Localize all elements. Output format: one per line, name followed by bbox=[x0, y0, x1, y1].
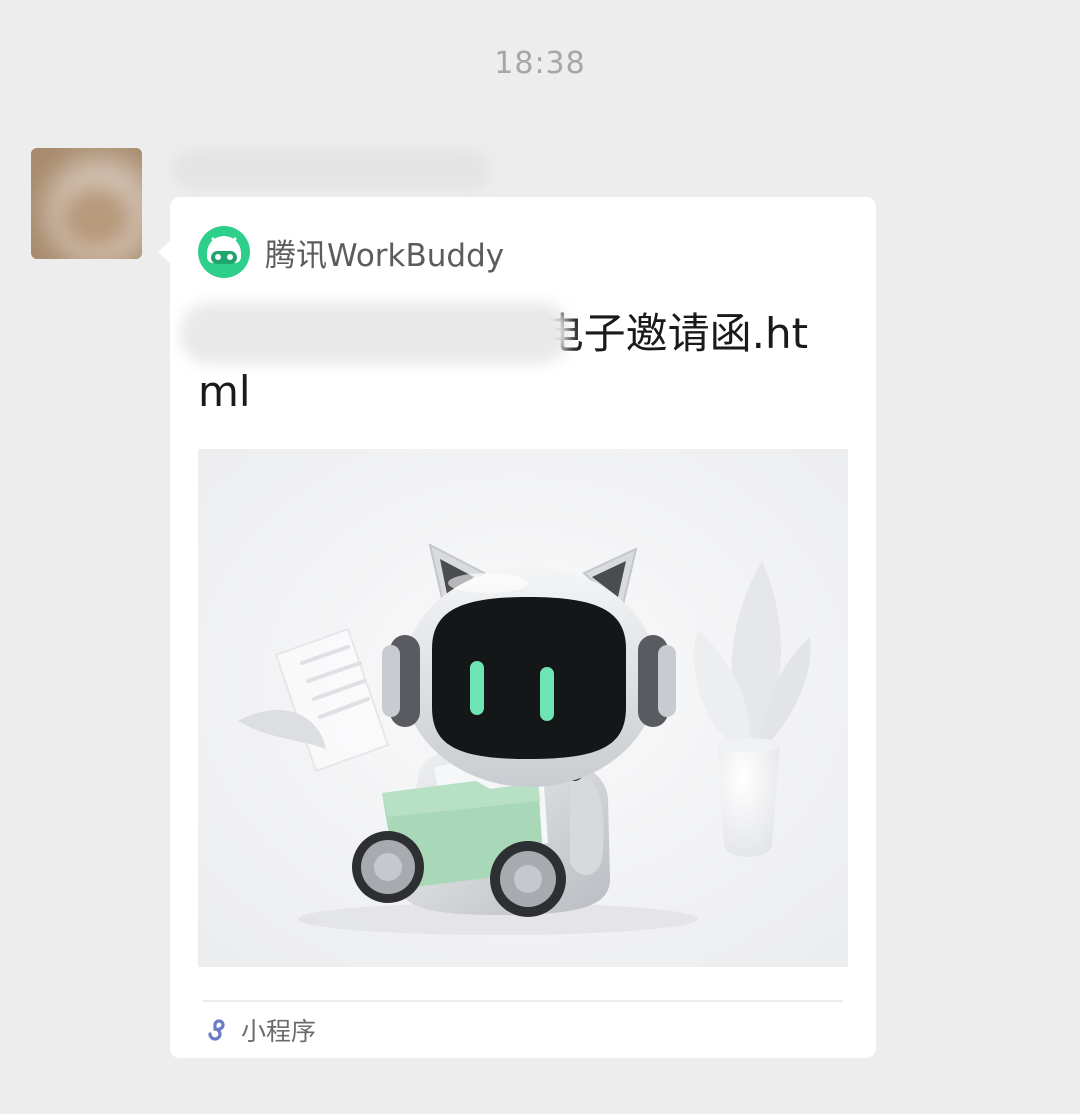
robot-mascot-illustration bbox=[198, 449, 848, 967]
card-header: 腾讯WorkBuddy bbox=[197, 225, 504, 279]
title-redaction-blur bbox=[180, 302, 570, 364]
app-name: 腾讯WorkBuddy bbox=[265, 237, 505, 274]
sender-avatar[interactable] bbox=[31, 148, 142, 259]
message-timestamp: 18:38 bbox=[494, 46, 586, 81]
workbuddy-logo-icon bbox=[198, 226, 250, 278]
mini-program-icon bbox=[208, 1019, 225, 1041]
avatar-blur-overlay-inner bbox=[61, 188, 131, 248]
card-divider bbox=[203, 1000, 843, 1002]
sender-name-redacted bbox=[172, 150, 490, 190]
card-preview-image bbox=[198, 449, 848, 967]
card-footer: 小程序 bbox=[203, 1013, 316, 1047]
mini-program-card[interactable]: 腾讯WorkBuddy vi 2 电子邀请函.html bbox=[170, 197, 876, 1058]
mini-program-label: 小程序 bbox=[241, 1017, 317, 1046]
